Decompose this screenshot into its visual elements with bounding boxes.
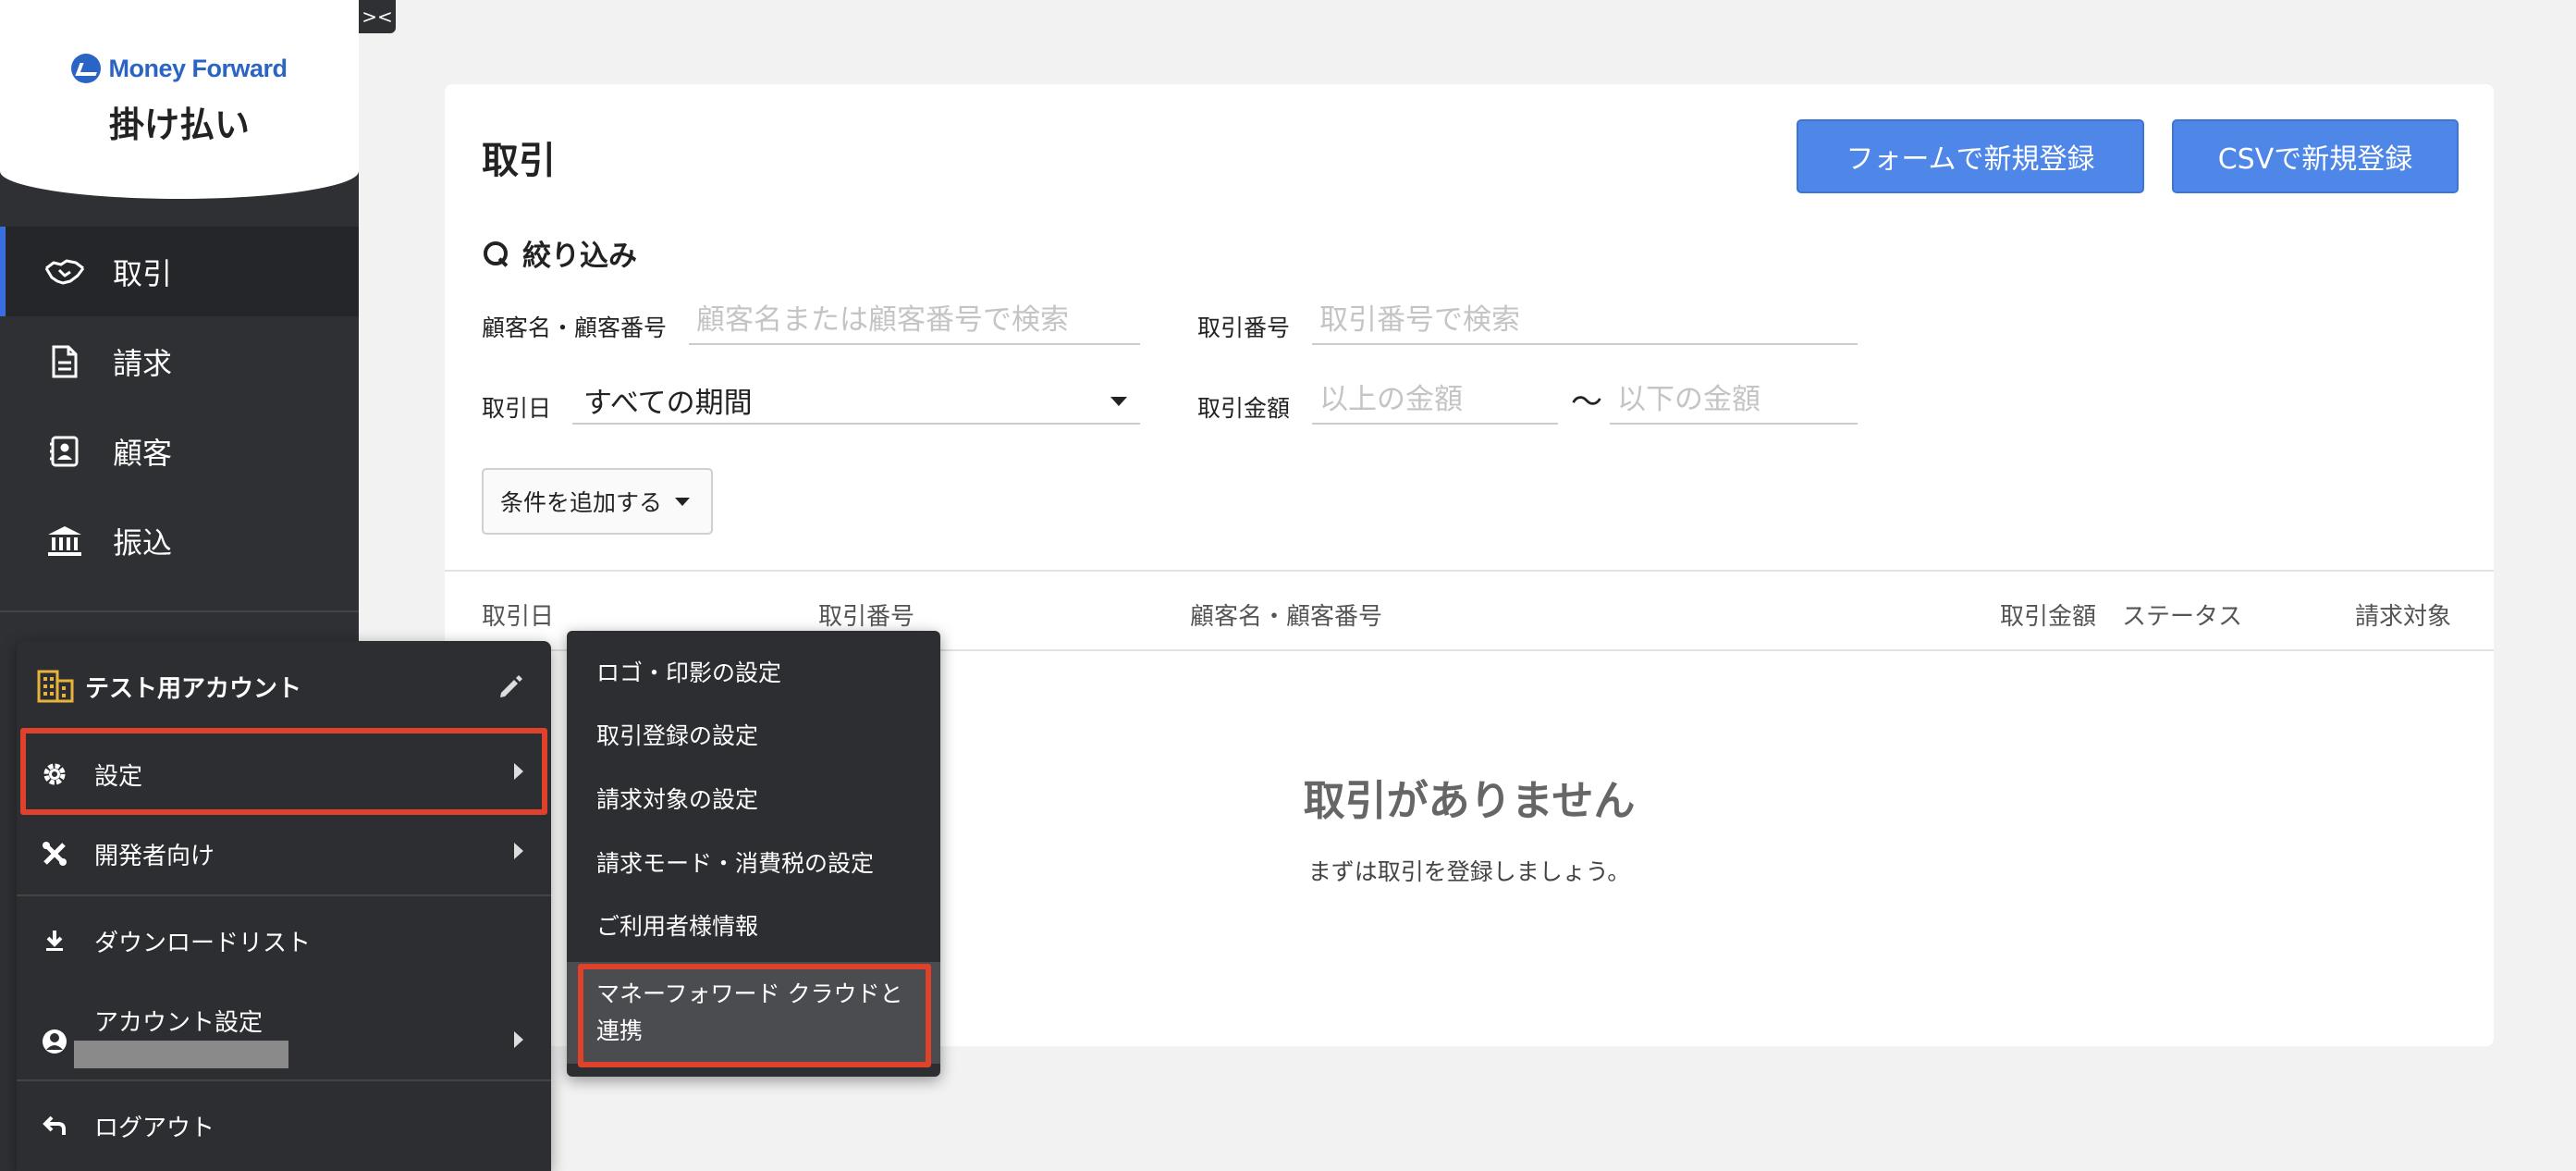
chevron-down-icon	[1110, 397, 1127, 406]
submenu-item-billing-mode-tax[interactable]: 請求モード・消費税の設定	[567, 831, 940, 894]
transaction-date-label: 取引日	[482, 395, 552, 422]
product-name: 掛け払い	[108, 105, 250, 145]
money-forward-logo-icon	[71, 54, 102, 83]
column-header-status[interactable]: ステータス	[2122, 598, 2242, 632]
menu-divider	[17, 894, 551, 896]
amount-range-separator: 〜	[1571, 384, 1602, 421]
transaction-number-label: 取引番号	[1197, 314, 1291, 341]
menu-item-label: 開発者向け	[94, 842, 215, 870]
chevron-right-icon	[514, 763, 523, 780]
menu-item-label: ダウンロードリスト	[94, 929, 312, 957]
search-icon	[482, 240, 509, 267]
menu-item-label: ログアウト	[94, 1114, 215, 1142]
gear-icon	[39, 758, 70, 790]
account-header: テスト用アカウント	[37, 663, 536, 709]
amount-max-input[interactable]	[1610, 376, 1858, 425]
menu-divider	[17, 1079, 551, 1081]
add-condition-label: 条件を追加する	[500, 489, 663, 516]
logout-icon	[39, 1110, 70, 1141]
new-from-csv-button[interactable]: CSVで新規登録	[2172, 119, 2459, 193]
account-menu: テスト用アカウント 設定 開発者向け ダウンロードリスト アカウント設定 ログア…	[17, 641, 551, 1171]
logo[interactable]: Money Forward 掛け払い	[0, 54, 359, 147]
new-from-form-button[interactable]: フォームで新規登録	[1797, 119, 2144, 193]
sidebar-item-label: 取引	[113, 255, 173, 291]
amount-min-input[interactable]	[1312, 376, 1558, 425]
menu-item-logout[interactable]: ログアウト	[20, 1087, 547, 1165]
edit-pencil-icon[interactable]	[496, 672, 525, 702]
sidebar-item-label: 振込	[113, 524, 173, 561]
download-icon	[39, 925, 70, 956]
transaction-amount-label: 取引金額	[1197, 395, 1291, 422]
menu-item-label: 設定	[94, 762, 143, 791]
menu-item-label: アカウント設定	[94, 1009, 264, 1037]
sidebar-item-label: 顧客	[113, 435, 173, 471]
add-condition-button[interactable]: 条件を追加する	[482, 468, 713, 535]
logo-area: Money Forward 掛け払い	[0, 0, 359, 199]
sidebar-collapse-button[interactable]: ><	[359, 0, 396, 33]
transaction-number-input[interactable]	[1312, 297, 1858, 345]
column-header-number[interactable]: 取引番号	[818, 598, 914, 632]
submenu-item-label: 連携	[596, 1017, 644, 1044]
page-title: 取引	[482, 140, 556, 182]
column-header-billing-target[interactable]: 請求対象	[2355, 598, 2451, 632]
sidebar-item-transfers[interactable]: 振込	[0, 496, 359, 586]
settings-submenu: ロゴ・印影の設定 取引登録の設定 請求対象の設定 請求モード・消費税の設定 ご利…	[567, 631, 940, 1077]
sidebar-item-label: 請求	[113, 345, 173, 381]
sidebar-item-invoices[interactable]: 請求	[0, 316, 359, 406]
document-icon	[44, 343, 85, 380]
date-select-value: すべての期間	[583, 386, 753, 420]
redacted-user-info	[74, 1041, 288, 1068]
chevron-right-icon	[514, 1031, 523, 1048]
contact-card-icon	[44, 433, 85, 470]
sidebar-divider	[0, 610, 359, 612]
filter-heading: 絞り込み	[482, 232, 637, 274]
account-name: テスト用アカウント	[85, 674, 302, 703]
submenu-item-mf-cloud-integration[interactable]: マネーフォワード クラウドと 連携	[567, 962, 940, 1064]
customer-search-input[interactable]	[689, 297, 1140, 345]
menu-item-download-list[interactable]: ダウンロードリスト	[20, 902, 547, 980]
submenu-item-logo-seal[interactable]: ロゴ・印影の設定	[567, 640, 940, 703]
handshake-icon	[44, 253, 85, 290]
transaction-date-select[interactable]: すべての期間	[572, 376, 1140, 425]
building-icon	[37, 670, 74, 703]
menu-item-developers[interactable]: 開発者向け	[20, 815, 547, 893]
menu-item-settings[interactable]: 設定	[20, 735, 547, 813]
sidebar-item-transactions[interactable]: 取引	[0, 227, 359, 316]
user-circle-icon	[39, 1026, 70, 1057]
submenu-item-transaction-registration[interactable]: 取引登録の設定	[567, 703, 940, 766]
submenu-item-billing-target[interactable]: 請求対象の設定	[567, 766, 940, 831]
column-header-date[interactable]: 取引日	[482, 598, 554, 632]
filter-title: 絞り込み	[522, 240, 637, 273]
chevron-right-icon	[514, 843, 523, 859]
chevron-down-icon	[675, 497, 691, 506]
column-header-customer[interactable]: 顧客名・顧客番号	[1190, 598, 1382, 632]
tools-icon	[39, 838, 70, 869]
column-header-amount[interactable]: 取引金額	[2000, 598, 2096, 632]
submenu-item-label: マネーフォワード クラウドと	[596, 980, 903, 1007]
bank-icon	[44, 523, 85, 560]
submenu-item-user-info[interactable]: ご利用者様情報	[567, 894, 940, 956]
customer-filter-label: 顧客名・顧客番号	[482, 314, 668, 341]
brand-name: Money Forward	[108, 54, 288, 82]
sidebar-item-customers[interactable]: 顧客	[0, 406, 359, 496]
sidebar-nav: 取引 請求 顧客 振込	[0, 227, 359, 586]
